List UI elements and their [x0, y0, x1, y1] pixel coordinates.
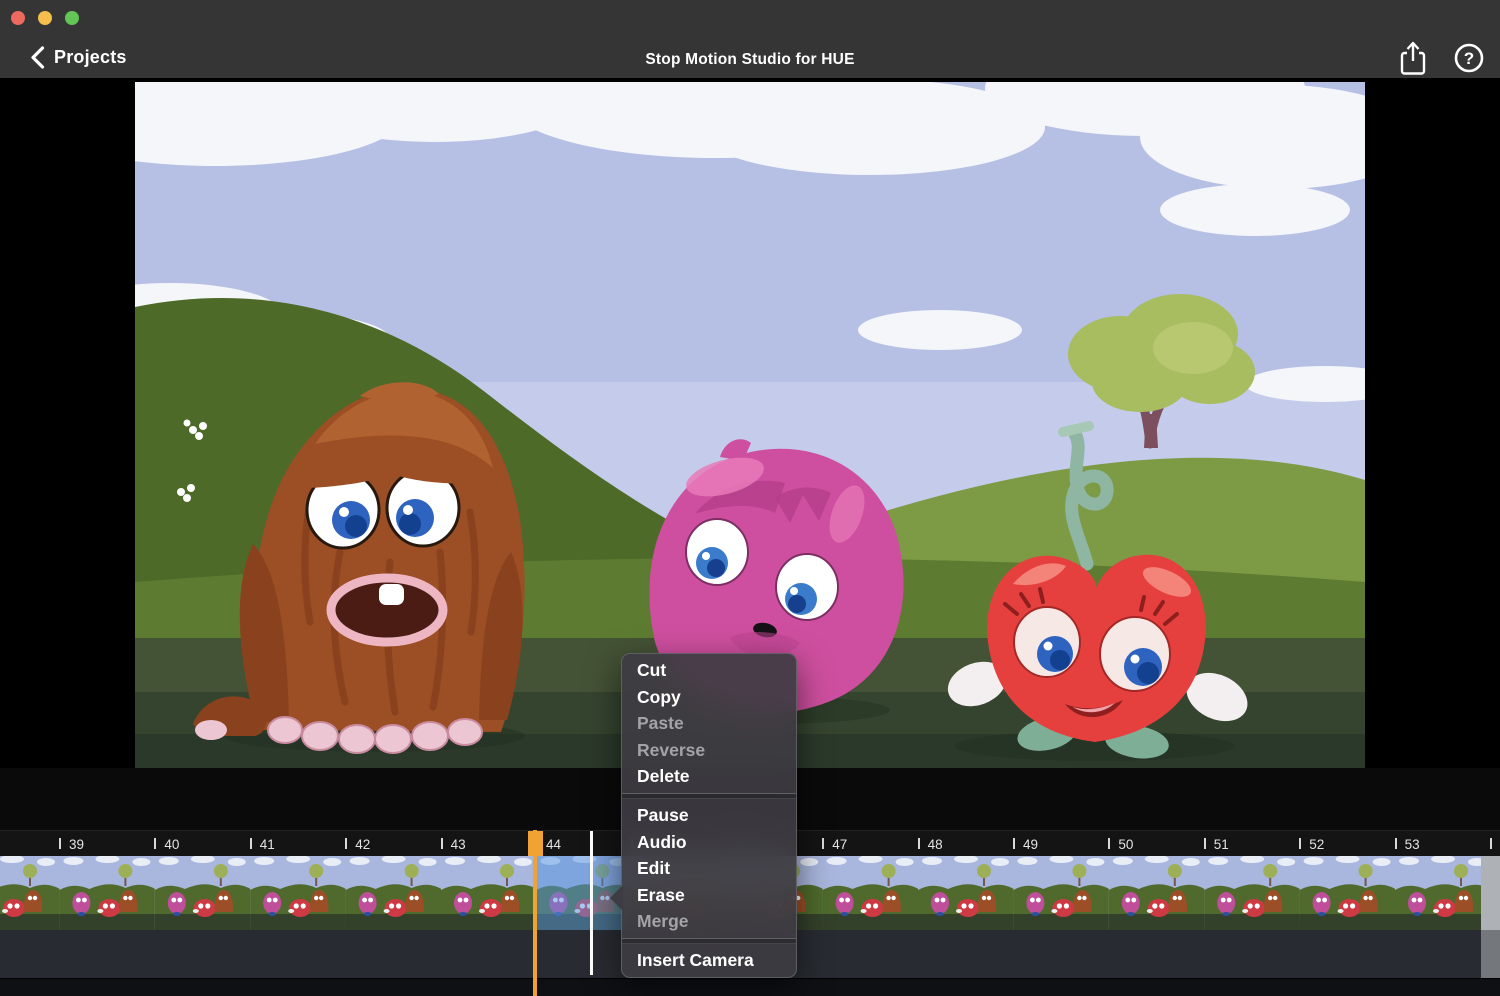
timeline-thumbnail[interactable]: [1204, 856, 1300, 930]
ruler-tick: 51: [1204, 837, 1229, 852]
ruler-tick: 41: [250, 837, 275, 852]
playhead[interactable]: [533, 830, 537, 996]
minimize-window-button[interactable]: [38, 11, 52, 25]
menu-item-merge: Merge: [622, 908, 796, 935]
menu-separator: [622, 938, 796, 944]
ruler-tick: 50: [1108, 837, 1133, 852]
ruler-tick: 42: [345, 837, 370, 852]
share-icon: [1398, 40, 1428, 77]
timeline-thumbnail[interactable]: [1300, 856, 1396, 930]
menu-item-audio[interactable]: Audio: [622, 829, 796, 856]
share-button[interactable]: [1398, 40, 1428, 82]
ruler-tick: 39: [59, 837, 84, 852]
titlebar: Projects Stop Motion Studio for HUE ?: [0, 0, 1500, 78]
filmstrip-end-marker: [1481, 856, 1500, 930]
close-window-button[interactable]: [11, 11, 25, 25]
timeline-thumbnail[interactable]: [1109, 856, 1205, 930]
ruler-tick: 52: [1299, 837, 1324, 852]
timeline-thumbnail[interactable]: [918, 856, 1014, 930]
menu-item-erase[interactable]: Erase: [622, 882, 796, 909]
ruler-tick: 48: [918, 837, 943, 852]
filmstrip-end-marker-lower: [1481, 930, 1500, 978]
timeline-thumbnail[interactable]: [250, 856, 346, 930]
menu-item-insert-camera[interactable]: Insert Camera: [622, 947, 796, 974]
menu-item-paste: Paste: [622, 710, 796, 737]
zoom-window-button[interactable]: [65, 11, 79, 25]
context-menu-tail: [610, 885, 623, 911]
ruler-tick: 47: [822, 837, 847, 852]
timeline-thumbnail[interactable]: [1395, 856, 1491, 930]
timeline-thumbnail[interactable]: [0, 856, 60, 930]
window-title: Stop Motion Studio for HUE: [0, 51, 1500, 69]
menu-item-pause[interactable]: Pause: [622, 802, 796, 829]
insert-position-line: [590, 831, 593, 975]
timeline-thumbnail[interactable]: [441, 856, 537, 930]
ruler-tick: [1490, 837, 1500, 849]
app-window: Projects Stop Motion Studio for HUE ?: [0, 0, 1500, 996]
window-controls: [11, 11, 79, 25]
ruler-tick: 40: [154, 837, 179, 852]
timeline-thumbnail[interactable]: [346, 856, 442, 930]
svg-text:?: ?: [1464, 49, 1474, 68]
menu-item-cut[interactable]: Cut: [622, 657, 796, 684]
ruler-tick: 43: [441, 837, 466, 852]
question-mark-icon: ?: [1453, 42, 1485, 74]
menu-item-edit[interactable]: Edit: [622, 855, 796, 882]
menu-item-copy[interactable]: Copy: [622, 684, 796, 711]
timeline-thumbnail[interactable]: [1013, 856, 1109, 930]
ruler-tick: 49: [1013, 837, 1038, 852]
playhead-handle[interactable]: [528, 831, 543, 856]
help-button[interactable]: ?: [1453, 42, 1485, 79]
menu-item-delete[interactable]: Delete: [622, 763, 796, 790]
menu-separator: [622, 793, 796, 799]
timeline-thumbnail[interactable]: [59, 856, 155, 930]
timeline-thumbnail[interactable]: [155, 856, 251, 930]
context-menu: CutCopyPasteReverseDelete PauseAudioEditE…: [621, 653, 797, 978]
menu-item-reverse: Reverse: [622, 737, 796, 764]
timeline-thumbnail[interactable]: [823, 856, 919, 930]
bottom-bar: [0, 978, 1500, 996]
ruler-tick: 53: [1395, 837, 1420, 852]
